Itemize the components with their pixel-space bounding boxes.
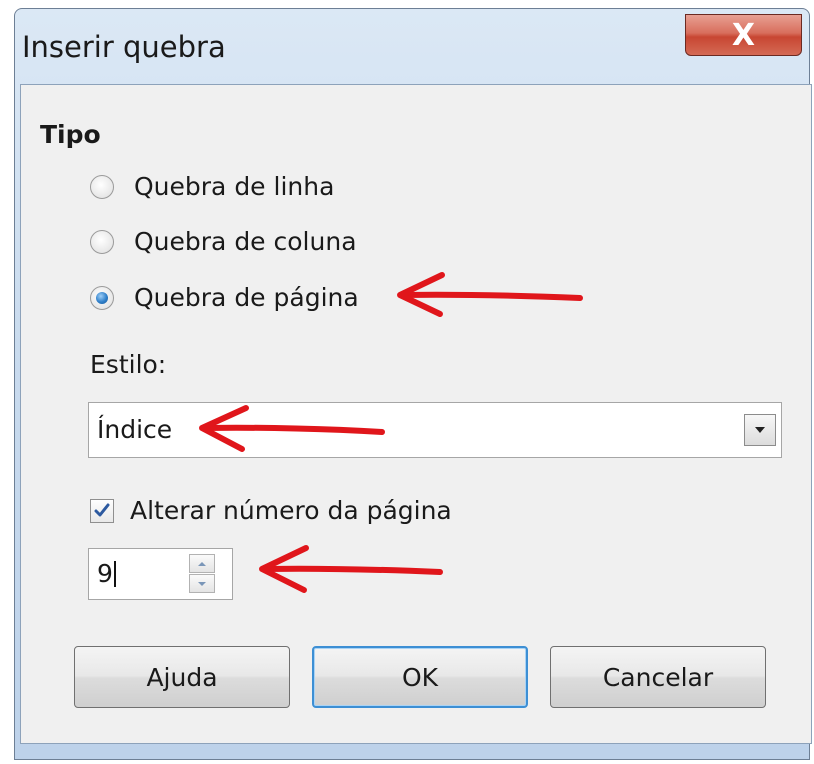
- annotation-arrow-icon: [397, 272, 583, 317]
- close-icon: X: [731, 17, 756, 53]
- annotation-arrow-icon: [199, 405, 385, 452]
- radio-line-break[interactable]: Quebra de linha: [90, 172, 334, 201]
- ok-button-label: OK: [401, 662, 439, 692]
- spin-down-icon[interactable]: [189, 574, 215, 593]
- cancel-button-label: Cancelar: [602, 662, 714, 692]
- cancel-button[interactable]: Cancelar: [550, 646, 766, 708]
- style-dropdown-value: Índice: [97, 415, 173, 444]
- checkmark-icon[interactable]: [90, 498, 114, 523]
- radio-label: Quebra de página: [134, 283, 359, 312]
- radio-label: Quebra de coluna: [134, 227, 357, 256]
- radio-button[interactable]: [90, 229, 114, 254]
- ok-button[interactable]: OK: [312, 646, 528, 708]
- close-button[interactable]: X: [685, 14, 802, 56]
- annotation-arrow-icon: [259, 545, 443, 593]
- checkbox-label: Alterar número da página: [130, 496, 452, 525]
- radio-button[interactable]: [90, 174, 114, 199]
- page-number-input[interactable]: 9: [97, 561, 116, 587]
- change-page-number-checkbox-row[interactable]: Alterar número da página: [90, 496, 452, 525]
- dialog-title: Inserir quebra: [22, 30, 226, 64]
- radio-button-selected[interactable]: [90, 285, 114, 310]
- type-group-label: Tipo: [40, 120, 101, 149]
- help-button-label: Ajuda: [146, 662, 218, 692]
- page-number-spinbox[interactable]: 9: [88, 548, 233, 600]
- help-button[interactable]: Ajuda: [74, 646, 290, 708]
- spin-up-icon[interactable]: [189, 554, 215, 573]
- style-label: Estilo:: [90, 350, 167, 379]
- radio-page-break[interactable]: Quebra de página: [90, 283, 359, 312]
- dropdown-arrow-icon[interactable]: [744, 414, 776, 446]
- radio-column-break[interactable]: Quebra de coluna: [90, 227, 357, 256]
- radio-label: Quebra de linha: [134, 172, 335, 201]
